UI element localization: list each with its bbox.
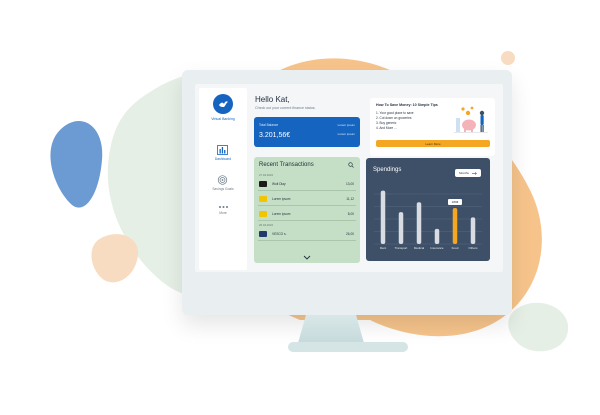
bar-chart-icon [217,145,229,155]
bar-insurance[interactable] [434,228,440,244]
monitor-stand-neck [298,315,364,343]
months-filter-button[interactable]: Months [455,169,481,177]
blue-blob [50,121,103,208]
bird-logo-icon [219,101,228,107]
mint-blob-bottom [508,302,569,352]
monitor-stand-base [288,342,408,352]
merchant-logo [259,231,267,237]
bar-rent[interactable] [380,190,386,244]
peach-blob-left [91,234,139,283]
target-icon [218,175,228,185]
tick-label-insurance: Insurance [430,246,444,250]
tick-label-food: Food [452,246,459,250]
sidebar-item-label: Savings Goals [212,187,234,191]
transaction-name: Wolt Dlay [272,182,286,186]
sidebar-item-savings-goals[interactable]: Savings Goals [212,175,234,191]
more-dots-icon [218,206,228,208]
transaction-row[interactable]: Wolt Dlay 13,00 [258,178,356,191]
tick-label-transport: Transport [395,246,408,250]
sidebar-item-label: More [219,211,227,215]
sidebar-item-label: Dashboard [214,157,232,161]
page-subtitle: Check out your current finance status. [255,106,316,110]
balance-value: 3.201,56€ [259,132,291,139]
page-title: Hello Kat, [255,95,290,104]
search-icon[interactable] [348,162,354,168]
merchant-logo [259,211,267,217]
transactions-list: 27.04.2022 Wolt Dlay 13,00 Lorem ipsum 1… [254,173,360,243]
balance-link-top[interactable]: Lorem ipsum [338,123,355,127]
spendings-title: Spendings [373,167,402,173]
piggy-bank-illustration-icon [454,106,488,133]
highlight-tooltip-value: 180€ [452,200,459,204]
transaction-name: Lorem ipsum [272,197,291,201]
sidebar-item-dashboard[interactable]: Dashboard [215,145,231,161]
transaction-amount: 11,12 [346,197,354,201]
transaction-row[interactable]: Lorem ipsum 8,00 [258,208,356,221]
chevron-down-icon[interactable] [303,255,311,260]
spendings-card: Rent Transport Medical Insurance Food Others … [366,158,490,261]
balance-label: Total Balance [259,123,279,127]
tick-label-medical: Medical [414,246,425,250]
bar-transport[interactable] [398,212,404,244]
chart-bars [380,190,476,244]
tips-title: How To Save Money: 10 Simple Tips [376,103,438,107]
transaction-row[interactable]: Lorem ipsum 11,12 [258,193,356,206]
transaction-name: VESCO s. [272,232,287,236]
transaction-amount: 13,00 [346,182,354,186]
balance-link-bottom[interactable]: Lorem ipsum [338,132,355,136]
transactions-title: Recent Transactions [259,162,314,168]
transaction-amount: 26,00 [346,232,354,236]
balance-card[interactable]: Total Balance 3.201,56€ Lorem ipsum Lore… [254,117,360,147]
chart-highlight: 180€ [448,199,462,206]
peach-dot [501,51,515,65]
learn-more-button[interactable]: Learn More [376,140,490,147]
chart-grid [374,193,482,245]
chart-category-labels: Rent Transport Medical Insurance Food Others [380,246,478,250]
sidebar-item-more[interactable]: More [218,205,229,215]
bar-medical[interactable] [416,202,422,244]
months-filter-label: Months [459,171,469,175]
tick-label-rent: Rent [380,246,387,250]
merchant-logo [259,181,267,187]
bar-food[interactable] [452,208,458,244]
tips-card: How To Save Money: 10 Simple Tips 1. You… [370,98,495,156]
transaction-row[interactable]: VESCO s. 26,00 [258,228,356,241]
bar-others[interactable] [470,217,476,244]
merchant-logo [259,196,267,202]
tips-list: 1. Your good place to save 2. Cut down o… [376,111,414,131]
app-logo-text: Virtual Banking [211,117,235,121]
app-screen: Virtual Banking Dashboard Savings Goals [195,84,503,272]
sidebar: Virtual Banking Dashboard Savings Goals [199,88,247,270]
tip-item: 4. And More ... [376,126,397,130]
tick-label-others: Others [468,246,478,250]
transaction-name: Lorem ipsum [272,212,291,216]
arrow-right-icon [471,171,477,175]
transaction-amount: 8,00 [347,212,354,216]
app-logo[interactable] [213,94,233,114]
recent-transactions-card: Recent Transactions 27.04.2022 Wolt Dlay… [254,157,360,263]
